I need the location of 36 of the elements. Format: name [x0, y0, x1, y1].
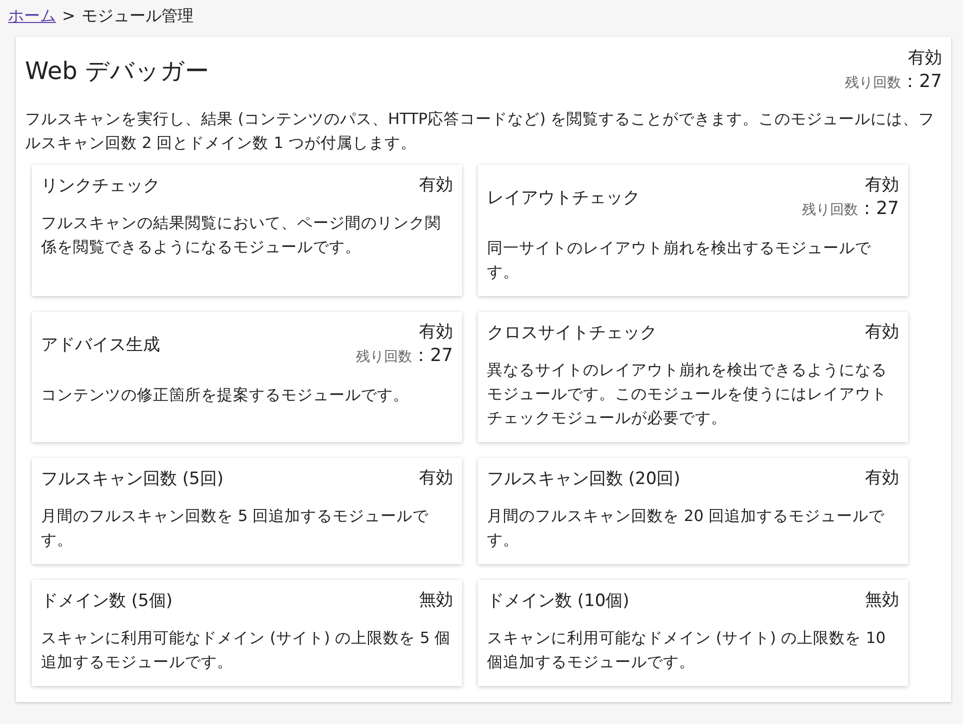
status-label: 有効: [865, 467, 899, 490]
submodule-title: フルスキャン回数 (20回): [487, 468, 680, 490]
submodule-title: ドメイン数 (10個): [487, 590, 630, 612]
submodule-description: 同一サイトのレイアウト崩れを検出するモジュールです。: [487, 238, 872, 283]
submodule-title: クロスサイトチェック: [487, 322, 657, 344]
remaining-label: 残り回数: [845, 75, 902, 91]
module-title: Web デバッガー: [25, 56, 209, 86]
submodule-title: ドメイン数 (5個): [41, 590, 172, 612]
status-label: 有効: [419, 467, 453, 490]
status-label: 有効: [865, 174, 899, 197]
breadcrumb-current: モジュール管理: [81, 6, 194, 26]
remaining-count: ：27: [858, 198, 899, 219]
home-link[interactable]: ホーム: [8, 6, 56, 26]
module-description: フルスキャンを実行し、結果 (コンテンツのパス、HTTP応答コードなど) を閲覧することができます。このモジュールには、フルスキャン回数 2 回とドメイン数 1 つが付属します。: [25, 109, 936, 154]
submodule-description: 月間のフルスキャン回数を 5 回追加するモジュールです。: [41, 506, 430, 551]
submodule-title: アドバイス生成: [41, 334, 160, 356]
breadcrumb-separator: >: [62, 6, 76, 26]
submodule-description: スキャンに利用可能なドメイン (サイト) の上限数を 10 個追加するモジュールです。: [487, 628, 887, 673]
submodule-description: スキャンに利用可能なドメイン (サイト) の上限数を 5 個追加するモジュールです。: [41, 628, 452, 673]
status-label: 無効: [865, 589, 899, 612]
status-label: 有効: [419, 174, 453, 197]
status-label: 有効: [865, 321, 899, 344]
remaining-label: 残り回数: [802, 202, 858, 218]
submodule-title: レイアウトチェック: [487, 187, 640, 209]
submodule-description: フルスキャンの結果閲覧において、ページ間のリンク関係を閲覧できるようになるモジュールです。: [41, 213, 442, 258]
submodule-description: 異なるサイトのレイアウト崩れを検出できるようになるモジュールです。このモジュールを使うにはレイアウトチェックモジュールが必要です。: [487, 360, 888, 429]
submodule-description: コンテンツの修正箇所を提案するモジュールです。: [41, 385, 410, 406]
submodule-title: フルスキャン回数 (5回): [41, 468, 224, 490]
remaining-count: ：27: [901, 71, 942, 92]
status-label: 無効: [419, 589, 453, 612]
status-label: 有効: [908, 47, 942, 70]
submodule-description: 月間のフルスキャン回数を 20 回追加するモジュールです。: [487, 506, 886, 551]
submodule-title: リンクチェック: [41, 174, 160, 196]
remaining-label: 残り回数: [356, 349, 412, 365]
status-label: 有効: [419, 321, 453, 344]
remaining-count: ：27: [412, 345, 453, 366]
